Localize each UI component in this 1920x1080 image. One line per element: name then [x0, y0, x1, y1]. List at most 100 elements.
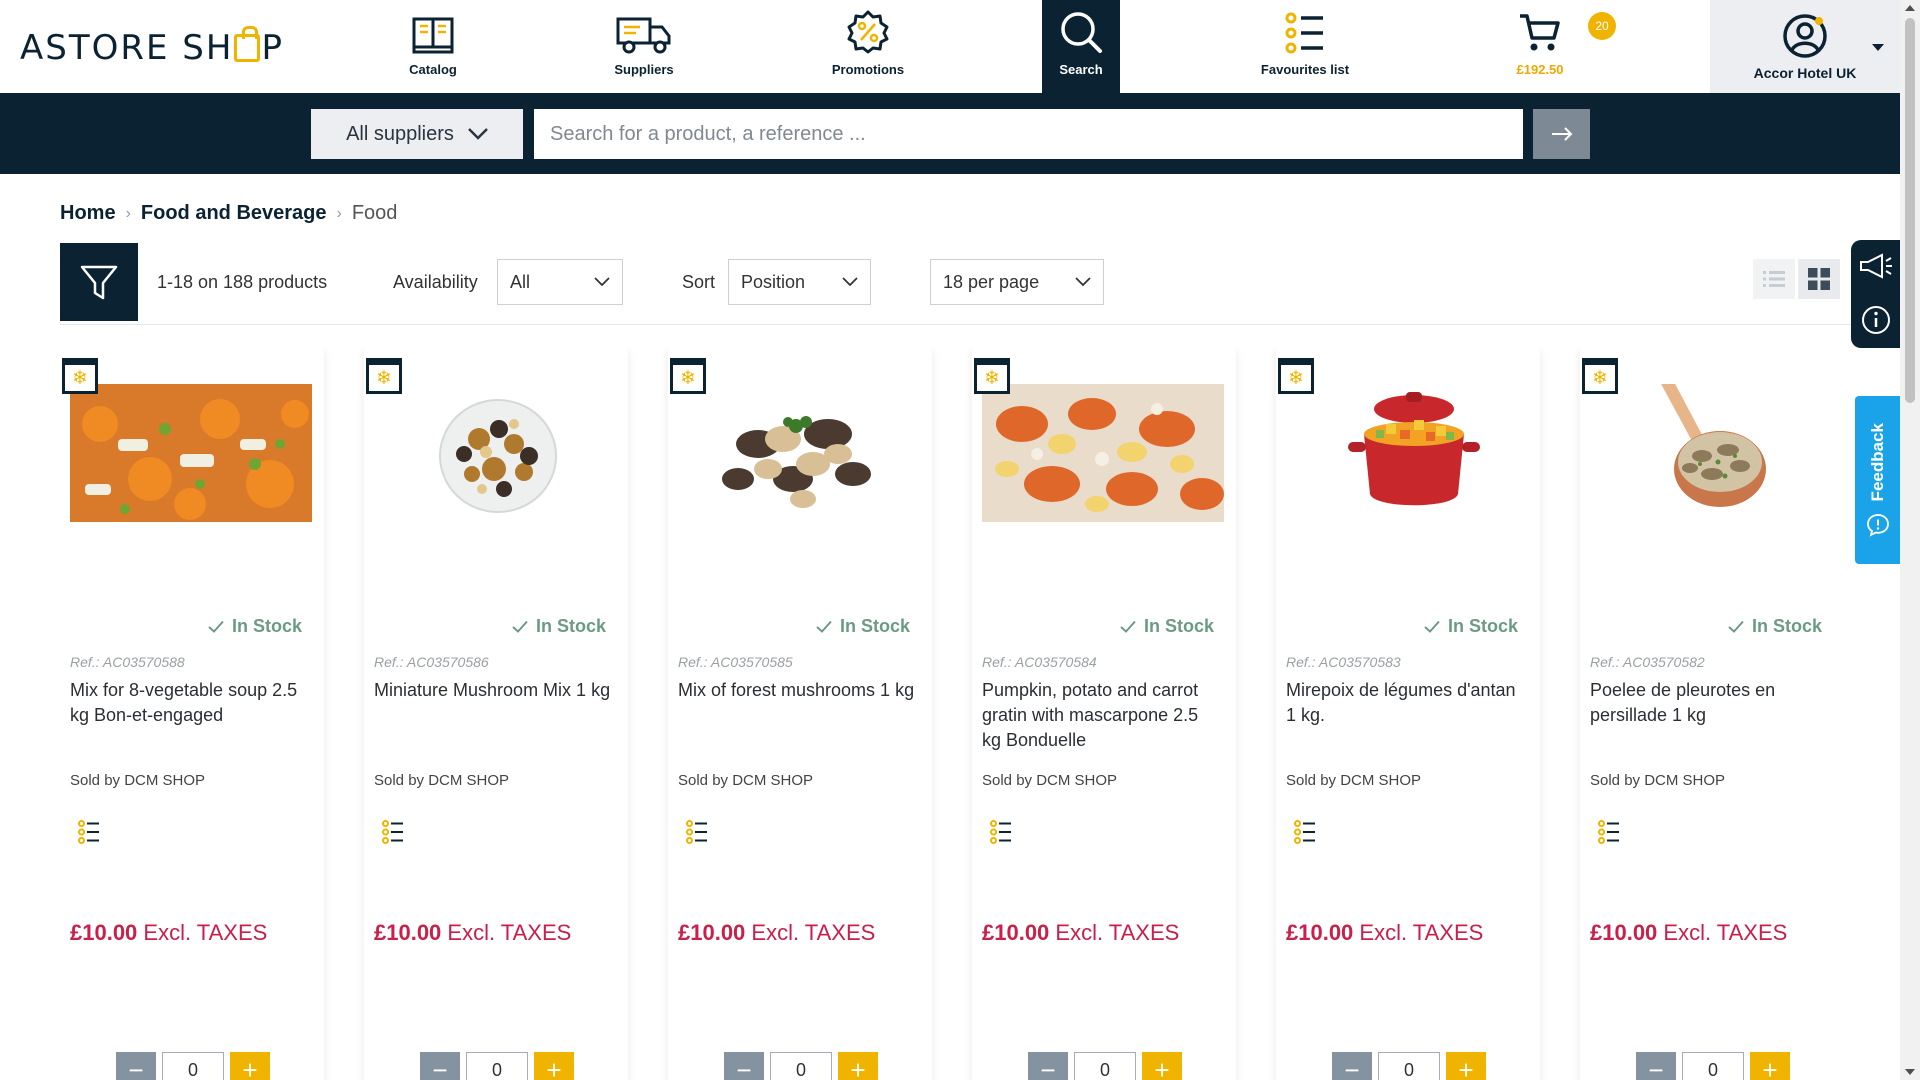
- product-name[interactable]: Pumpkin, potato and carrot gratin with m…: [982, 678, 1222, 753]
- price-taxes: Excl. TAXES: [751, 920, 876, 945]
- product-card[interactable]: ❄ In Stock Ref.: AC03570586 Miniature Mu…: [364, 348, 628, 1080]
- search-submit-button[interactable]: [1533, 109, 1590, 159]
- add-to-favourites-icon[interactable]: [990, 820, 1012, 844]
- stock-label: In Stock: [1751, 616, 1822, 636]
- product-card[interactable]: ❄ In Stock Ref.: AC03570588 Mix for 8-ve…: [60, 348, 324, 1080]
- decrease-quantity-button[interactable]: −: [1636, 1052, 1676, 1080]
- availability-select[interactable]: All: [497, 259, 623, 305]
- scrollbar-thumb[interactable]: [1905, 18, 1915, 403]
- increase-quantity-button[interactable]: +: [230, 1052, 270, 1080]
- stock-status: In Stock: [208, 616, 302, 637]
- product-card[interactable]: ❄ In Stock Ref.: AC03570582 Poelee de pl…: [1580, 348, 1840, 1080]
- product-grid: ❄ In Stock Ref.: AC03570588 Mix for 8-ve…: [60, 348, 1840, 1080]
- scroll-up-arrow-icon[interactable]: [1905, 5, 1915, 11]
- decrease-quantity-button[interactable]: −: [420, 1052, 460, 1080]
- checkmark-icon: [1120, 620, 1136, 633]
- increase-quantity-button[interactable]: +: [838, 1052, 878, 1080]
- decrease-quantity-button[interactable]: −: [724, 1052, 764, 1080]
- info-icon[interactable]: [1861, 305, 1891, 335]
- product-seller: Sold by DCM SHOP: [1590, 772, 1726, 789]
- breadcrumb-current: Food: [351, 202, 398, 224]
- product-card[interactable]: ❄ In Stock Ref.: AC03570585 Mix of fores…: [668, 348, 932, 1080]
- decrease-quantity-button[interactable]: −: [116, 1052, 156, 1080]
- megaphone-icon[interactable]: [1858, 253, 1894, 279]
- nav-catalog[interactable]: Catalog: [392, 0, 474, 93]
- quantity-input[interactable]: [162, 1052, 224, 1080]
- increase-quantity-button[interactable]: +: [534, 1052, 574, 1080]
- favourites-list-icon: [1285, 12, 1323, 54]
- chevron-right-icon: ›: [336, 204, 342, 222]
- product-image[interactable]: [982, 384, 1224, 522]
- sort-label: Sort: [682, 272, 716, 292]
- product-name[interactable]: Mix for 8-vegetable soup 2.5 kg Bon-et-e…: [70, 678, 310, 728]
- frozen-snowflake-icon: ❄: [366, 358, 402, 394]
- product-card[interactable]: ❄ In Stock Ref.: AC03570583 Mirepoix de …: [1276, 348, 1540, 1080]
- search-input[interactable]: [534, 109, 1523, 159]
- add-to-favourites-icon[interactable]: [686, 820, 708, 844]
- quantity-input[interactable]: [1378, 1052, 1440, 1080]
- nav-suppliers[interactable]: Suppliers: [600, 0, 688, 93]
- list-view-icon: [1763, 271, 1785, 287]
- nav-search[interactable]: Search: [1042, 0, 1120, 93]
- add-to-favourites-icon[interactable]: [382, 820, 404, 844]
- quantity-input[interactable]: [1074, 1052, 1136, 1080]
- add-to-favourites-icon[interactable]: [1294, 820, 1316, 844]
- scroll-down-arrow-icon[interactable]: [1905, 1069, 1915, 1075]
- user-avatar-icon: [1783, 14, 1827, 58]
- chevron-down-icon[interactable]: [1872, 44, 1884, 51]
- quantity-input[interactable]: [466, 1052, 528, 1080]
- product-image[interactable]: [374, 384, 616, 522]
- grid-view-icon: [1808, 268, 1830, 290]
- funnel-icon: [80, 265, 118, 300]
- account-menu[interactable]: Accor Hotel UK: [1710, 0, 1900, 93]
- frozen-snowflake-icon: ❄: [62, 358, 98, 394]
- per-page-select[interactable]: 18 per page: [930, 259, 1104, 305]
- decrease-quantity-button[interactable]: −: [1332, 1052, 1372, 1080]
- product-name[interactable]: Poelee de pleurotes en persillade 1 kg: [1590, 678, 1830, 728]
- product-name[interactable]: Mirepoix de légumes d'antan 1 kg.: [1286, 678, 1526, 728]
- nav-cart[interactable]: 20 £192.50: [1500, 0, 1616, 93]
- account-name: Accor Hotel UK: [1753, 65, 1857, 81]
- add-to-favourites-icon[interactable]: [78, 820, 100, 844]
- increase-quantity-button[interactable]: +: [1446, 1052, 1486, 1080]
- arrow-right-icon: [1551, 127, 1572, 141]
- page-scrollbar[interactable]: [1900, 0, 1920, 1080]
- nav-promotions[interactable]: Promotions: [818, 0, 918, 93]
- breadcrumb-home[interactable]: Home: [60, 202, 116, 225]
- list-view-button[interactable]: [1753, 259, 1795, 299]
- product-name[interactable]: Mix of forest mushrooms 1 kg: [678, 678, 918, 703]
- product-image[interactable]: [70, 384, 312, 522]
- stock-status: In Stock: [512, 616, 606, 637]
- quantity-input[interactable]: [1682, 1052, 1744, 1080]
- product-ref: Ref.: AC03570588: [70, 654, 185, 670]
- percent-badge-icon: [847, 10, 889, 54]
- product-image[interactable]: [678, 384, 920, 522]
- product-card[interactable]: ❄ In Stock Ref.: AC03570584 Pumpkin, pot…: [972, 348, 1236, 1080]
- cart-icon: [1520, 14, 1560, 51]
- product-name[interactable]: Miniature Mushroom Mix 1 kg: [374, 678, 614, 703]
- product-image[interactable]: [1286, 384, 1528, 522]
- astore-shop-logo[interactable]: ASTORE SH P: [20, 26, 284, 68]
- chevron-right-icon: ›: [125, 204, 131, 222]
- availability-label: Availability: [393, 272, 478, 292]
- price-taxes: Excl. TAXES: [1359, 920, 1484, 945]
- sort-select[interactable]: Position: [728, 259, 871, 305]
- decrease-quantity-button[interactable]: −: [1028, 1052, 1068, 1080]
- side-widget-panel: [1851, 240, 1900, 348]
- product-price: £10.00 Excl. TAXES: [1590, 920, 1787, 946]
- product-image[interactable]: [1590, 384, 1832, 522]
- supplier-select[interactable]: All suppliers: [311, 109, 523, 159]
- nav-favourites[interactable]: Favourites list: [1250, 0, 1360, 93]
- product-price: £10.00 Excl. TAXES: [70, 920, 267, 946]
- stock-label: In Stock: [231, 616, 302, 636]
- breadcrumb-category[interactable]: Food and Beverage: [141, 202, 327, 225]
- quantity-input[interactable]: [770, 1052, 832, 1080]
- feedback-tab[interactable]: Feedback: [1855, 396, 1900, 564]
- increase-quantity-button[interactable]: +: [1142, 1052, 1182, 1080]
- quantity-stepper: − +: [724, 1052, 878, 1080]
- add-to-favourites-icon[interactable]: [1598, 820, 1620, 844]
- search-bar: All suppliers: [0, 93, 1900, 174]
- filter-button[interactable]: [60, 243, 138, 321]
- grid-view-button[interactable]: [1798, 259, 1840, 299]
- increase-quantity-button[interactable]: +: [1750, 1052, 1790, 1080]
